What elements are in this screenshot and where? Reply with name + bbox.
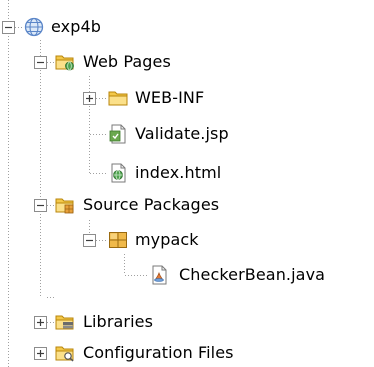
tree-node-label: CheckerBean.java — [179, 265, 326, 284]
tree-node-label: mypack — [135, 230, 199, 249]
folder-icon — [108, 91, 128, 106]
html-file-icon — [111, 163, 126, 183]
tree-node-label: Source Packages — [83, 195, 220, 214]
tree-node-label: index.html — [135, 163, 222, 182]
expand-toggle-icon[interactable] — [83, 92, 96, 105]
expand-toggle-icon[interactable] — [34, 316, 47, 329]
source-packages-folder-icon — [55, 198, 74, 214]
web-project-globe-icon — [24, 17, 44, 37]
configuration-folder-icon — [55, 346, 74, 362]
java-file-icon — [152, 265, 167, 285]
collapse-toggle-icon[interactable] — [34, 56, 47, 69]
collapse-toggle-icon[interactable] — [2, 21, 15, 34]
tree-node-label: Web Pages — [83, 52, 171, 71]
tree-node-label: Libraries — [83, 312, 154, 331]
collapse-toggle-icon[interactable] — [83, 234, 96, 247]
web-pages-folder-icon — [55, 55, 74, 71]
tree-node-label: WEB-INF — [135, 88, 205, 107]
tree-node-label: exp4b — [51, 17, 102, 36]
tree-node-label: Configuration Files — [83, 343, 234, 362]
collapse-toggle-icon[interactable] — [34, 199, 47, 212]
project-tree: exp4b Web Pages WEB-INF Validate.jsp ind… — [0, 0, 374, 367]
tree-node-label: Validate.jsp — [135, 124, 229, 143]
jsp-file-icon — [109, 124, 126, 144]
expand-toggle-icon[interactable] — [34, 347, 47, 360]
package-icon — [109, 232, 127, 248]
libraries-folder-icon — [55, 315, 74, 330]
